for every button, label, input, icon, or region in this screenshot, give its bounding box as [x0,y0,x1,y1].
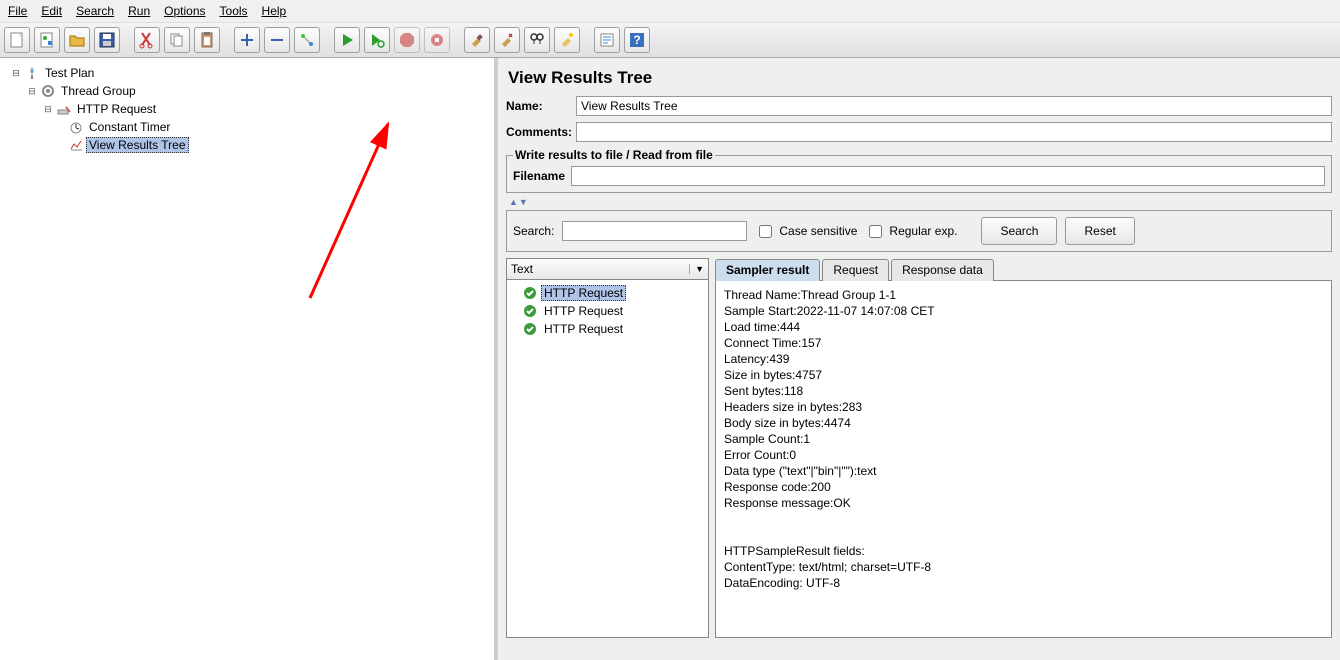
tab-sampler-result[interactable]: Sampler result [715,259,820,281]
tab-request[interactable]: Request [822,259,889,281]
file-group-legend: Write results to file / Read from file [513,148,715,162]
search-bar: Search: Case sensitive Regular exp. Sear… [506,210,1332,252]
collapse-button[interactable] [264,27,290,53]
tree-constant-timer[interactable]: Constant Timer [4,118,490,136]
menu-options[interactable]: Options [164,4,205,18]
search-button[interactable]: Search [981,217,1057,245]
toggle-button[interactable] [294,27,320,53]
shutdown-button[interactable] [424,27,450,53]
comments-label: Comments: [506,125,576,139]
panel-title: View Results Tree [508,68,1332,88]
collapse-arrows-icon[interactable]: ▲▼ [509,197,1330,207]
tree-label: Constant Timer [86,119,173,135]
save-button[interactable] [94,27,120,53]
result-item[interactable]: HTTP Request [509,284,706,302]
reset-search-button[interactable] [554,27,580,53]
open-button[interactable] [64,27,90,53]
reset-button[interactable]: Reset [1065,217,1134,245]
renderer-dropdown[interactable]: Text ▼ [506,258,709,280]
result-tabs: Sampler result Request Response data [715,258,1332,281]
tree-toggle-icon[interactable]: ⊟ [10,68,22,79]
menu-run[interactable]: Run [128,4,150,18]
paste-button[interactable] [194,27,220,53]
search-tb-button[interactable] [524,27,550,53]
menu-help[interactable]: Help [262,4,287,18]
tree-label: HTTP Request [74,101,159,117]
toolbar: ? [0,23,1340,58]
tree-view-results[interactable]: View Results Tree [4,136,490,154]
tree-label: View Results Tree [86,137,189,153]
case-sensitive-checkbox[interactable]: Case sensitive [755,222,857,241]
help-button[interactable]: ? [624,27,650,53]
tree-toggle-icon[interactable]: ⊟ [26,86,38,97]
templates-button[interactable] [34,27,60,53]
timer-icon [68,119,84,135]
file-group: Write results to file / Read from file F… [506,148,1332,193]
testplan-icon [24,65,40,81]
success-icon [523,322,537,336]
result-item[interactable]: HTTP Request [509,320,706,338]
search-label: Search: [513,224,554,238]
filename-label: Filename [513,169,565,183]
search-input[interactable] [562,221,747,241]
start-button[interactable] [334,27,360,53]
results-tree: HTTP Request HTTP Request HTTP Request [506,280,709,638]
tree-test-plan[interactable]: ⊟ Test Plan [4,64,490,82]
name-input[interactable] [576,96,1332,116]
tree-label: Thread Group [58,83,139,99]
config-panel: View Results Tree Name: Comments: Write … [498,58,1340,660]
sampler-result-body: Thread Name:Thread Group 1-1 Sample Star… [715,281,1332,638]
menu-search[interactable]: Search [76,4,114,18]
tab-response-data[interactable]: Response data [891,259,994,281]
menu-bar: File Edit Search Run Options Tools Help [0,0,1340,23]
svg-text:?: ? [633,33,640,47]
cut-button[interactable] [134,27,160,53]
new-button[interactable] [4,27,30,53]
results-icon [68,137,84,153]
success-icon [523,286,537,300]
tree-panel: ⊟ Test Plan ⊟ Thread Group ⊟ HTTP Reques… [0,58,498,660]
chevron-down-icon: ▼ [689,264,704,274]
clear-button[interactable] [464,27,490,53]
copy-button[interactable] [164,27,190,53]
success-icon [523,304,537,318]
regex-checkbox[interactable]: Regular exp. [865,222,957,241]
function-helper-button[interactable] [594,27,620,53]
menu-tools[interactable]: Tools [220,4,248,18]
menu-file[interactable]: File [8,4,27,18]
filename-input[interactable] [571,166,1325,186]
tree-toggle-icon[interactable]: ⊟ [42,104,54,115]
name-label: Name: [506,99,576,113]
tree-thread-group[interactable]: ⊟ Thread Group [4,82,490,100]
dropdown-value: Text [511,262,689,276]
comments-input[interactable] [576,122,1332,142]
menu-edit[interactable]: Edit [41,4,62,18]
tree-label: Test Plan [42,65,97,81]
expand-button[interactable] [234,27,260,53]
tree-http-request[interactable]: ⊟ HTTP Request [4,100,490,118]
start-no-pause-button[interactable] [364,27,390,53]
httprequest-icon [56,101,72,117]
stop-button[interactable] [394,27,420,53]
threadgroup-icon [40,83,56,99]
clear-all-button[interactable] [494,27,520,53]
result-item[interactable]: HTTP Request [509,302,706,320]
